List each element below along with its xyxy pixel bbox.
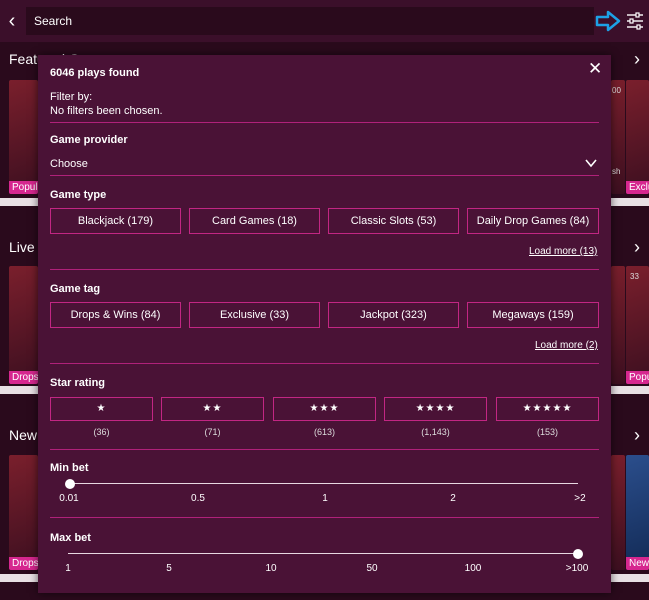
min-bet-tick: 2 bbox=[450, 493, 456, 504]
star-count: (1,143) bbox=[421, 427, 450, 437]
divider bbox=[50, 175, 599, 176]
tile-label: 33 bbox=[630, 272, 639, 281]
divider bbox=[50, 517, 599, 518]
star-count: (613) bbox=[313, 427, 335, 437]
divider bbox=[50, 449, 599, 450]
max-bet-tick: 1 bbox=[65, 563, 71, 574]
min-bet-thumb[interactable] bbox=[65, 479, 75, 489]
star-rating-5[interactable]: ★★★★★ bbox=[496, 397, 599, 421]
game-type-load-more[interactable]: Load more (13) bbox=[529, 246, 597, 257]
horizontal-scrollbar[interactable] bbox=[611, 574, 649, 582]
min-bet-tick: >2 bbox=[574, 493, 586, 504]
tile-badge: Popu bbox=[626, 371, 649, 384]
divider bbox=[50, 122, 599, 123]
tile-badge: Popula bbox=[9, 181, 38, 194]
game-tile[interactable] bbox=[611, 80, 625, 194]
max-bet-tick: 5 bbox=[166, 563, 172, 574]
select-value: Choose bbox=[50, 158, 88, 170]
chip-jackpot[interactable]: Jackpot (323) bbox=[328, 302, 459, 328]
max-bet-track[interactable] bbox=[68, 553, 578, 554]
max-bet-tick: 50 bbox=[366, 563, 378, 574]
chevron-right-icon[interactable]: › bbox=[630, 426, 644, 444]
star-rating-1[interactable]: ★ bbox=[50, 397, 153, 421]
divider bbox=[50, 269, 599, 270]
min-bet-tick: 0.01 bbox=[59, 493, 79, 504]
chip-exclusive[interactable]: Exclusive (33) bbox=[189, 302, 320, 328]
row-title-new: New bbox=[9, 427, 38, 443]
horizontal-scrollbar[interactable] bbox=[0, 386, 38, 394]
game-tile[interactable]: Exclu bbox=[626, 80, 649, 194]
tile-badge: Exclu bbox=[626, 181, 649, 194]
chip-classic-slots[interactable]: Classic Slots (53) bbox=[328, 208, 459, 234]
star-count: (71) bbox=[204, 427, 221, 437]
tile-badge: Drops bbox=[9, 557, 38, 570]
game-tile[interactable]: Drops bbox=[9, 455, 38, 570]
star-rating-2[interactable]: ★★ bbox=[161, 397, 264, 421]
min-bet-label: Min bet bbox=[50, 462, 89, 474]
chip-blackjack[interactable]: Blackjack (179) bbox=[50, 208, 181, 234]
horizontal-scrollbar[interactable] bbox=[0, 574, 38, 582]
star-count: (153) bbox=[536, 427, 558, 437]
sliders-icon[interactable] bbox=[626, 11, 644, 31]
horizontal-scrollbar[interactable] bbox=[611, 198, 649, 206]
horizontal-scrollbar[interactable] bbox=[0, 198, 38, 206]
chevron-down-icon bbox=[585, 159, 597, 168]
chip-megaways[interactable]: Megaways (159) bbox=[467, 302, 599, 328]
star-rating-label: Star rating bbox=[50, 377, 106, 389]
divider bbox=[50, 363, 599, 364]
chevron-right-icon[interactable]: › bbox=[630, 50, 644, 68]
arrow-right-icon bbox=[595, 10, 621, 32]
min-bet-track[interactable] bbox=[68, 483, 578, 484]
close-icon[interactable]: ✕ bbox=[588, 60, 602, 77]
max-bet-thumb[interactable] bbox=[573, 549, 583, 559]
game-tile[interactable] bbox=[611, 455, 625, 570]
game-tile[interactable]: Drops bbox=[9, 266, 38, 384]
game-tile[interactable]: New bbox=[626, 455, 649, 570]
filter-modal: 6046 plays found ✕ Filter by: No filters… bbox=[38, 55, 611, 593]
game-tag-label: Game tag bbox=[50, 283, 101, 295]
horizontal-scrollbar[interactable] bbox=[611, 386, 649, 394]
min-bet-tick: 1 bbox=[322, 493, 328, 504]
no-filters-text: No filters been chosen. bbox=[50, 105, 163, 117]
star-count: (36) bbox=[93, 427, 110, 437]
game-provider-label: Game provider bbox=[50, 134, 128, 146]
chip-drops-wins[interactable]: Drops & Wins (84) bbox=[50, 302, 181, 328]
star-rating-4[interactable]: ★★★★ bbox=[384, 397, 487, 421]
chip-daily-drop-games[interactable]: Daily Drop Games (84) bbox=[467, 208, 599, 234]
tile-badge: Drops bbox=[9, 371, 38, 384]
tile-label: sh bbox=[612, 167, 621, 176]
min-bet-tick: 0.5 bbox=[191, 493, 205, 504]
search-input[interactable] bbox=[26, 7, 594, 35]
max-bet-tick: 10 bbox=[265, 563, 277, 574]
game-tile[interactable]: Popula bbox=[9, 80, 38, 194]
tile-badge: New bbox=[626, 557, 649, 570]
max-bet-tick: 100 bbox=[464, 563, 482, 574]
chip-card-games[interactable]: Card Games (18) bbox=[189, 208, 320, 234]
star-rating-3[interactable]: ★★★ bbox=[273, 397, 376, 421]
max-bet-label: Max bet bbox=[50, 532, 91, 544]
top-bar: ‹ bbox=[0, 0, 649, 42]
game-tag-load-more[interactable]: Load more (2) bbox=[535, 340, 598, 351]
tile-label: 00 bbox=[612, 86, 621, 95]
filter-by-label: Filter by: bbox=[50, 91, 93, 103]
game-tile[interactable] bbox=[611, 266, 625, 384]
chevron-right-icon[interactable]: › bbox=[630, 238, 644, 256]
max-bet-tick: >100 bbox=[565, 563, 589, 574]
game-type-label: Game type bbox=[50, 189, 107, 201]
chevron-left-icon[interactable]: ‹ bbox=[4, 10, 20, 32]
game-tile[interactable]: Popu bbox=[626, 266, 649, 384]
results-count: 6046 plays found bbox=[50, 67, 140, 79]
game-provider-select[interactable]: Choose bbox=[50, 155, 599, 175]
